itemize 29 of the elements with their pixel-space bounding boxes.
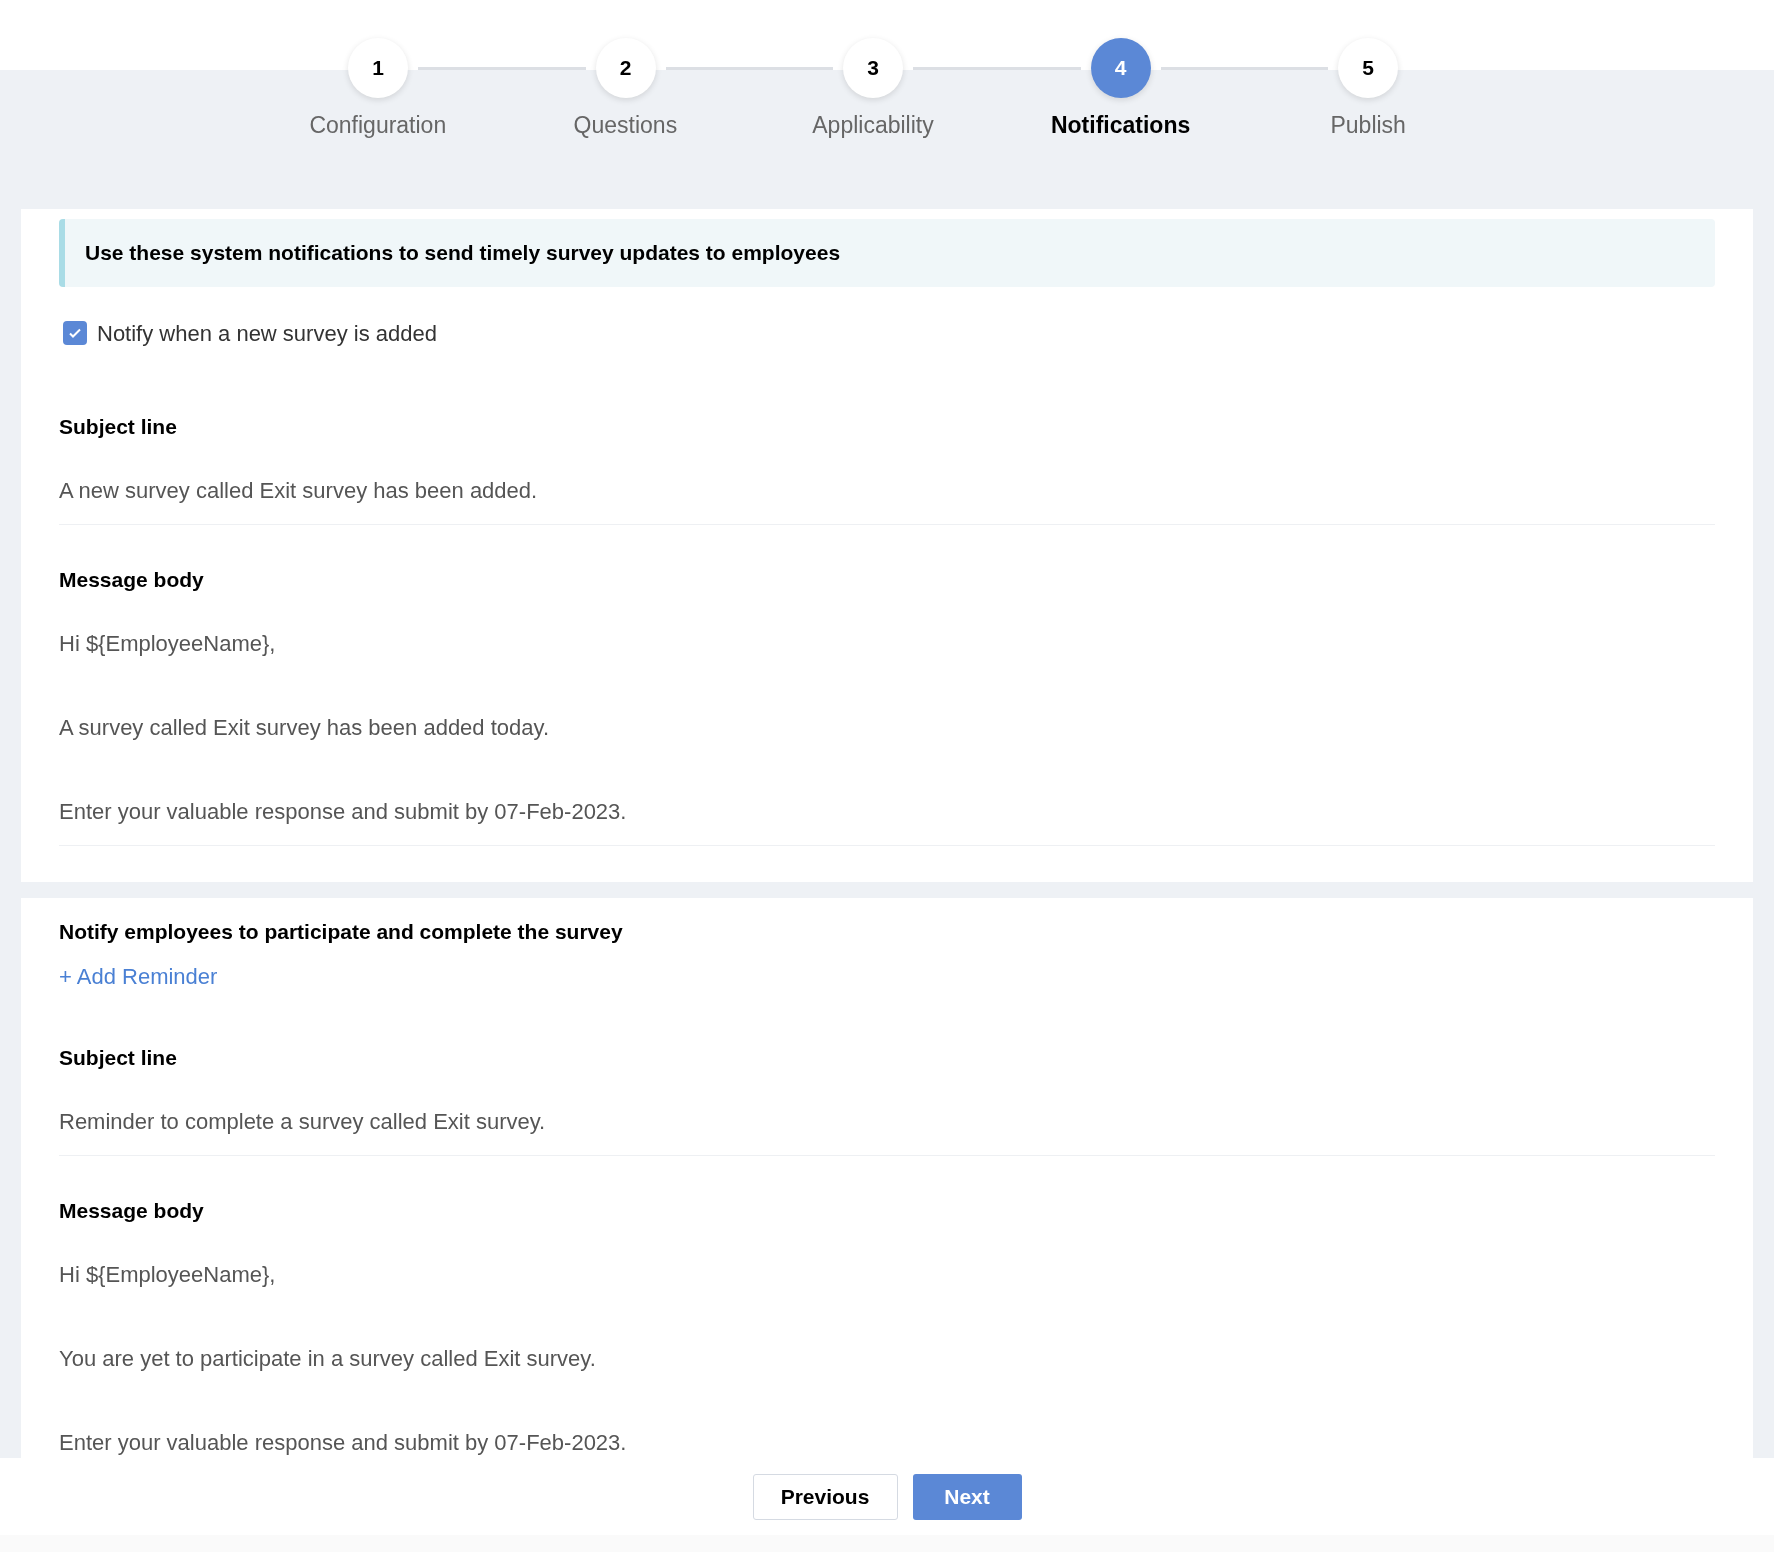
add-reminder-link[interactable]: + Add Reminder xyxy=(59,959,218,993)
message-line: Enter your valuable response and submit by 07-Feb-2023. xyxy=(59,1428,627,1457)
step-number[interactable]: 2 xyxy=(595,38,656,98)
step-number[interactable]: 3 xyxy=(843,38,903,98)
step-label[interactable]: Notifications xyxy=(1050,108,1191,143)
subject-text: Reminder to complete a survey called Exit survey. xyxy=(59,1107,546,1136)
next-button[interactable]: Next xyxy=(912,1473,1022,1520)
message-line: Enter your valuable response and submit by 07-Feb-2023. xyxy=(59,797,627,826)
field-label: Message body xyxy=(59,567,204,594)
checkbox[interactable] xyxy=(63,321,87,345)
step-label[interactable]: Questions xyxy=(573,108,678,143)
step-label[interactable]: Publish xyxy=(1330,108,1406,143)
checkbox-label[interactable]: Notify when a new survey is added xyxy=(97,316,437,350)
subject-text: A new survey called Exit survey has been added. xyxy=(59,476,538,505)
info-banner: Use these system notifications to send timely survey updates to employees xyxy=(59,219,1715,287)
step-label[interactable]: Applicability xyxy=(812,108,934,143)
message-line: Hi ${EmployeeName}, xyxy=(59,1260,276,1289)
field-label: Subject line xyxy=(59,414,177,441)
step-label[interactable]: Configuration xyxy=(309,108,447,143)
previous-button[interactable]: Previous xyxy=(752,1473,898,1520)
message-line: You are yet to participate in a survey called Exit survey. xyxy=(59,1344,596,1373)
step-number[interactable]: 4 xyxy=(1090,38,1151,98)
step-number[interactable]: 5 xyxy=(1338,38,1398,98)
field-label: Subject line xyxy=(59,1045,177,1072)
message-line: A survey called Exit survey has been added today. xyxy=(59,713,549,742)
field-label: Message body xyxy=(59,1198,204,1225)
section-heading: Notify employees to participate and complete the survey xyxy=(59,919,623,946)
message-line: Hi ${EmployeeName}, xyxy=(59,629,276,658)
step-number[interactable]: 1 xyxy=(348,38,408,98)
